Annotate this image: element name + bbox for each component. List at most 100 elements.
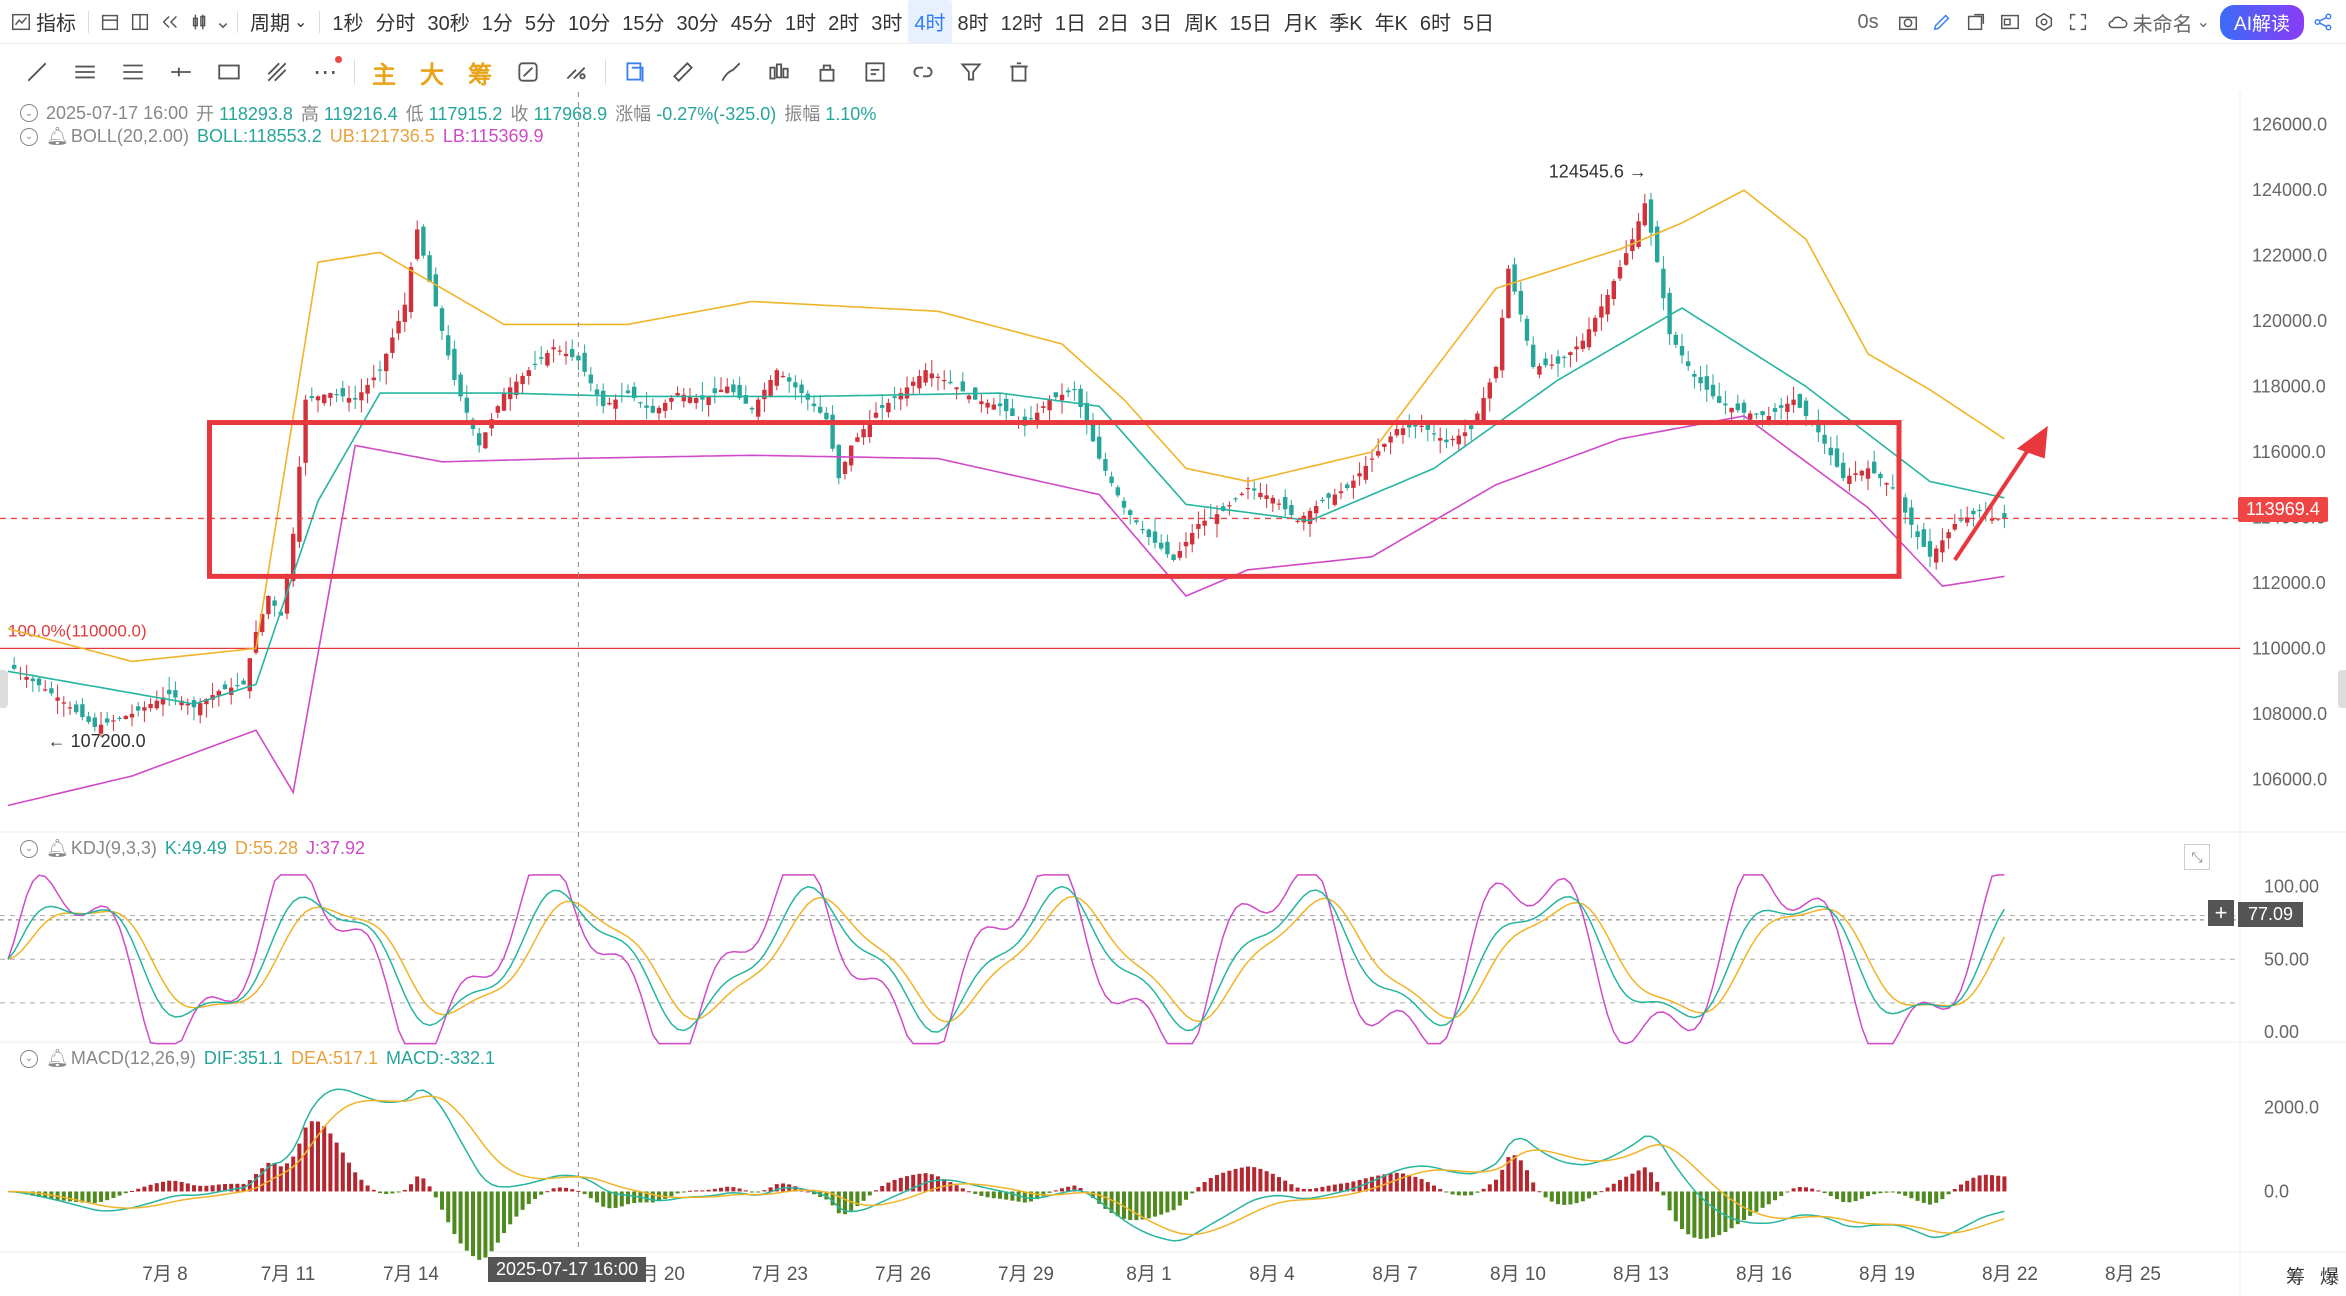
ai-interpret-button[interactable]: AI解读 — [2220, 4, 2304, 40]
candle-body — [1958, 519, 1964, 521]
layout-name-dropdown[interactable]: 未命名 ⌄ — [2097, 0, 2216, 44]
period-tab[interactable]: 30秒 — [422, 0, 476, 44]
collapse-icon[interactable]: ⌄ — [20, 127, 38, 146]
toolbar-divider — [354, 59, 355, 85]
kdj-tick-label: 0.00 — [2264, 1022, 2299, 1042]
candle-pattern-icon[interactable] — [760, 54, 798, 90]
period-tab[interactable]: 2日 — [1092, 0, 1135, 44]
collapse-icon[interactable]: ⌄ — [20, 839, 38, 858]
alert-bell-icon[interactable]: 🔔︎ — [46, 838, 69, 859]
candle-body — [1419, 425, 1424, 428]
candle-body — [979, 401, 984, 405]
trash-icon[interactable] — [1000, 54, 1038, 90]
period-tab[interactable]: 月K — [1278, 0, 1323, 44]
macd-histogram-bar — [991, 1191, 996, 1199]
period-tab[interactable]: 1分 — [476, 0, 519, 44]
calendar-icon[interactable] — [95, 7, 125, 37]
filter-icon[interactable] — [952, 54, 990, 90]
fibonacci-tool-icon[interactable] — [258, 54, 296, 90]
more-tools-icon[interactable]: ⋯ — [306, 54, 344, 90]
period-tab[interactable]: 3日 — [1135, 0, 1178, 44]
period-tab[interactable]: 15分 — [616, 0, 670, 44]
period-tab[interactable]: 分时 — [370, 0, 422, 44]
period-tab[interactable]: 10分 — [562, 0, 616, 44]
candle-body — [1283, 496, 1288, 510]
candle-body — [1345, 484, 1350, 488]
period-tab[interactable]: 周K — [1178, 0, 1223, 44]
chips-toggle[interactable]: 筹 — [2286, 1262, 2305, 1289]
right-scroll-handle[interactable] — [2338, 670, 2346, 708]
expand-panel-icon[interactable]: ⤡ — [2184, 844, 2210, 870]
camera-icon[interactable] — [1893, 7, 1923, 37]
candle-body — [1568, 352, 1573, 356]
main-chart-toggle[interactable]: 主 — [365, 54, 403, 90]
period-tab[interactable]: 1时 — [779, 0, 822, 44]
collapse-icon[interactable]: ⌄ — [20, 1049, 38, 1068]
candle-body — [86, 716, 91, 722]
period-tab[interactable]: 30分 — [671, 0, 725, 44]
pencil-icon[interactable] — [1927, 7, 1957, 37]
indicator-button[interactable]: 指标 — [0, 0, 82, 44]
period-dropdown[interactable]: 周期 ⌄ — [244, 0, 313, 44]
fullscreen-icon[interactable] — [2063, 7, 2093, 37]
macd-histogram-bar — [1283, 1180, 1288, 1192]
macd-histogram-bar — [1146, 1191, 1151, 1219]
candle-body — [1537, 366, 1542, 375]
share-icon[interactable] — [2308, 7, 2338, 37]
add-plus-icon[interactable]: + — [2208, 900, 2234, 926]
burst-toggle[interactable]: 爆 — [2320, 1262, 2339, 1289]
layout-icon[interactable] — [125, 7, 155, 37]
period-tab[interactable]: 4时 — [908, 0, 952, 44]
trendline-tool-icon[interactable] — [18, 54, 56, 90]
period-tab[interactable]: 12时 — [995, 0, 1049, 44]
period-tab[interactable]: 季K — [1323, 0, 1368, 44]
period-tab[interactable]: 年K — [1369, 0, 1414, 44]
chevron-down-icon[interactable]: ⌄ — [215, 7, 232, 37]
period-tab[interactable]: 8时 — [952, 0, 995, 44]
left-scroll-handle[interactable] — [0, 670, 8, 708]
replay-icon[interactable] — [155, 7, 185, 37]
eraser-tool-icon[interactable] — [557, 54, 595, 90]
chart-canvas[interactable]: 126000.0 124000.0 122000.0 120000.0 118000.0… — [0, 92, 2346, 1296]
parallel-channel-tool-icon[interactable] — [114, 54, 152, 90]
period-tab[interactable]: 6时 — [1414, 0, 1457, 44]
kdj-name[interactable]: KDJ(9,3,3) — [71, 838, 157, 859]
horizontal-ray-tool-icon[interactable] — [162, 54, 200, 90]
period-tab[interactable]: 5日 — [1457, 0, 1500, 44]
horizontal-lines-tool-icon[interactable] — [66, 54, 104, 90]
macd-name[interactable]: MACD(12,26,9) — [71, 1048, 196, 1069]
period-tab[interactable]: 2时 — [822, 0, 865, 44]
window-icon[interactable] — [1961, 7, 1991, 37]
settings-icon[interactable] — [2029, 7, 2059, 37]
link-icon[interactable] — [904, 54, 942, 90]
period-tab[interactable]: 1秒 — [326, 0, 369, 44]
alert-bell-icon[interactable]: 🔔︎ — [46, 126, 69, 147]
macd-histogram-bar — [415, 1176, 420, 1192]
collapse-icon[interactable]: ⌄ — [20, 104, 38, 122]
magnet-icon[interactable] — [509, 54, 547, 90]
period-tab[interactable]: 1日 — [1049, 0, 1092, 44]
candle-body — [873, 412, 879, 418]
lock-icon[interactable] — [808, 54, 846, 90]
note-icon[interactable] — [856, 54, 894, 90]
alert-bell-icon[interactable]: 🔔︎ — [46, 1048, 69, 1069]
period-tab[interactable]: 5分 — [519, 0, 562, 44]
bookmark-icon[interactable] — [616, 54, 654, 90]
brush-icon[interactable] — [712, 54, 750, 90]
chart-type-icon[interactable] — [185, 7, 215, 37]
media-icon[interactable] — [1995, 7, 2025, 37]
candle-body — [1115, 487, 1120, 496]
period-tab[interactable]: 15日 — [1224, 0, 1278, 44]
chart-area[interactable]: 126000.0 124000.0 122000.0 120000.0 118000.0… — [0, 92, 2346, 1296]
ruler-icon[interactable] — [664, 54, 702, 90]
toolbar-divider — [605, 59, 606, 85]
macd-histogram-bar — [1208, 1178, 1213, 1192]
chip-distribution-toggle[interactable]: 筹 — [461, 54, 499, 90]
boll-name[interactable]: BOLL(20,2.00) — [71, 126, 189, 147]
period-tab[interactable]: 3时 — [865, 0, 908, 44]
macd-histogram-bar — [1332, 1184, 1337, 1192]
period-tab[interactable]: 45分 — [725, 0, 779, 44]
candle-body — [1531, 344, 1536, 367]
rectangle-tool-icon[interactable] — [210, 54, 248, 90]
big-order-toggle[interactable]: 大 — [413, 54, 451, 90]
